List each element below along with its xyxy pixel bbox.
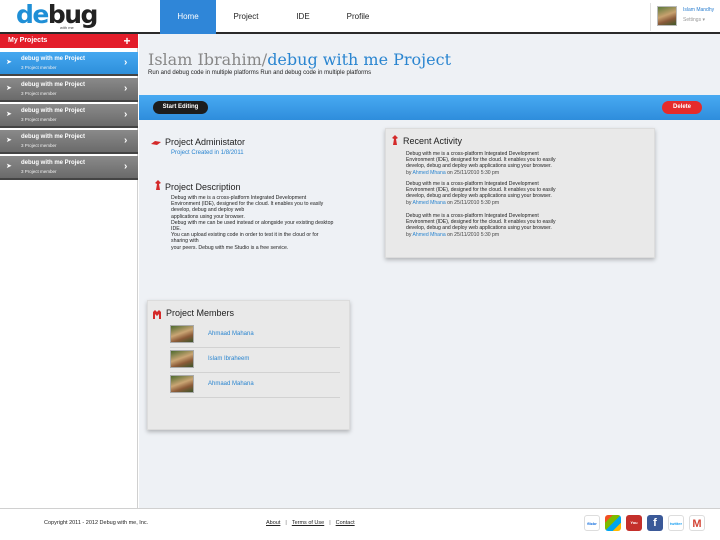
cursor-icon: ➤ xyxy=(6,85,12,92)
avatar[interactable] xyxy=(170,325,194,343)
project-member-count: 3 Project member xyxy=(21,117,57,122)
activity-item: Debug with me is a cross-platform Integr… xyxy=(406,181,556,206)
youtube-icon[interactable]: You Tube xyxy=(626,515,642,531)
start-editing-button[interactable]: Start Editing xyxy=(153,101,208,114)
admin-icon xyxy=(151,141,161,145)
activity-icon xyxy=(392,135,398,145)
activity-item: Debug with me is a cross-platform Integr… xyxy=(406,151,556,176)
members-card: Project Members Ahmaad Mahana Islam Ibra… xyxy=(147,300,350,430)
project-owner[interactable]: Islam Ibrahim xyxy=(148,50,262,69)
nav-home[interactable]: Home xyxy=(160,0,216,34)
gmail-icon[interactable]: M xyxy=(689,515,705,531)
top-bar: debug with me Home Project IDE Profile I… xyxy=(0,0,720,34)
user-avatar[interactable] xyxy=(657,6,677,26)
settings-dropdown[interactable]: Settings ▾ xyxy=(683,17,705,23)
project-member-count: 3 Project member xyxy=(21,65,57,70)
cursor-icon: ➤ xyxy=(6,163,12,170)
chevron-down-icon: ▾ xyxy=(701,17,705,23)
sidebar-title: My Projects xyxy=(8,37,48,44)
nav-ide[interactable]: IDE xyxy=(276,0,330,34)
nav-project[interactable]: Project xyxy=(216,0,276,34)
members-icon xyxy=(153,310,161,319)
members-title: Project Members xyxy=(166,308,235,318)
divider xyxy=(170,372,340,373)
main-nav: Home Project IDE Profile xyxy=(160,0,386,34)
project-description: Debug with me is a cross-platform Integr… xyxy=(171,195,334,251)
project-title: debug with me Project xyxy=(267,50,451,69)
user-menu[interactable]: Islam Mandhy Settings ▾ xyxy=(650,3,720,31)
project-name: debug with me Project xyxy=(21,108,86,114)
page-title: Islam Ibrahim/debug with me Project xyxy=(148,50,451,69)
action-bar: Start Editing Delete xyxy=(139,95,720,120)
windows-icon[interactable] xyxy=(605,515,621,531)
sidebar-header: My Projects + xyxy=(0,34,138,48)
flickr-icon[interactable]: flickr xyxy=(584,515,600,531)
sidebar-project-item[interactable]: ➤ debug with me Project 3 Project member… xyxy=(0,52,138,76)
chevron-right-icon: › xyxy=(124,161,128,172)
terms-link[interactable]: Terms of Use xyxy=(292,520,324,526)
facebook-icon[interactable]: f xyxy=(647,515,663,531)
project-name: debug with me Project xyxy=(21,56,86,62)
project-member-count: 3 Project member xyxy=(21,169,57,174)
chevron-right-icon: › xyxy=(124,57,128,68)
description-title: Project Description xyxy=(165,182,241,192)
avatar[interactable] xyxy=(170,350,194,368)
nav-profile[interactable]: Profile xyxy=(330,0,386,34)
plus-icon[interactable]: + xyxy=(120,34,134,48)
sidebar: My Projects + ➤ debug with me Project 3 … xyxy=(0,34,138,508)
chevron-right-icon: › xyxy=(124,135,128,146)
project-member-count: 3 Project member xyxy=(21,91,57,96)
footer: Copyright 2011 - 2012 Debug with me, Inc… xyxy=(0,508,720,540)
project-name: debug with me Project xyxy=(21,160,86,166)
member-name[interactable]: Islam Ibraheem xyxy=(208,356,249,362)
member-item[interactable]: Islam Ibraheem xyxy=(170,350,350,370)
user-name[interactable]: Islam Mandhy xyxy=(683,7,714,13)
contact-link[interactable]: Contact xyxy=(336,520,355,526)
member-item[interactable]: Ahmaad Mahana xyxy=(170,375,350,395)
recent-activity-card: Recent Activity Debug with me is a cross… xyxy=(385,128,655,258)
activity-author[interactable]: Ahmed Mhana xyxy=(413,200,446,206)
divider xyxy=(170,347,340,348)
chevron-right-icon: › xyxy=(124,109,128,120)
cursor-icon: ➤ xyxy=(6,59,12,66)
about-link[interactable]: About xyxy=(266,520,280,526)
sidebar-project-item[interactable]: ➤ debug with me Project 3 Project member… xyxy=(0,130,138,154)
logo-tagline: with me xyxy=(60,25,74,30)
footer-links: About | Terms of Use | Contact xyxy=(266,520,355,526)
avatar[interactable] xyxy=(170,375,194,393)
project-member-count: 3 Project member xyxy=(21,143,57,148)
logo-wordmark: debug xyxy=(16,0,98,29)
divider xyxy=(170,397,340,398)
project-created-date: Project Created in 1/8/2011 xyxy=(171,150,244,156)
description-icon xyxy=(155,180,161,190)
chevron-right-icon: › xyxy=(124,83,128,94)
twitter-icon[interactable]: twitter xyxy=(668,515,684,531)
debug-logo[interactable]: debug with me xyxy=(16,0,98,31)
delete-button[interactable]: Delete xyxy=(662,101,702,114)
activity-item: Debug with me is a cross-platform Integr… xyxy=(406,213,556,238)
project-subtitle: Run and debug code in multiple platforms… xyxy=(148,70,372,76)
project-name: debug with me Project xyxy=(21,82,86,88)
member-name[interactable]: Ahmaad Mahana xyxy=(208,381,254,387)
cursor-icon: ➤ xyxy=(6,111,12,118)
sidebar-project-item[interactable]: ➤ debug with me Project 3 Project member… xyxy=(0,156,138,180)
activity-title: Recent Activity xyxy=(403,136,463,146)
member-name[interactable]: Ahmaad Mahana xyxy=(208,331,254,337)
member-item[interactable]: Ahmaad Mahana xyxy=(170,325,350,345)
sidebar-project-item[interactable]: ➤ debug with me Project 3 Project member… xyxy=(0,78,138,102)
copyright: Copyright 2011 - 2012 Debug with me, Inc… xyxy=(44,520,149,526)
main-content: Islam Ibrahim/debug with me Project Run … xyxy=(139,34,720,508)
sidebar-project-item[interactable]: ➤ debug with me Project 3 Project member… xyxy=(0,104,138,128)
activity-author[interactable]: Ahmed Mhana xyxy=(413,170,446,176)
project-name: debug with me Project xyxy=(21,134,86,140)
admin-title: Project Administator xyxy=(165,137,246,147)
activity-author[interactable]: Ahmed Mhana xyxy=(413,232,446,238)
social-links: flickr You Tube f twitter M xyxy=(584,515,710,533)
cursor-icon: ➤ xyxy=(6,137,12,144)
